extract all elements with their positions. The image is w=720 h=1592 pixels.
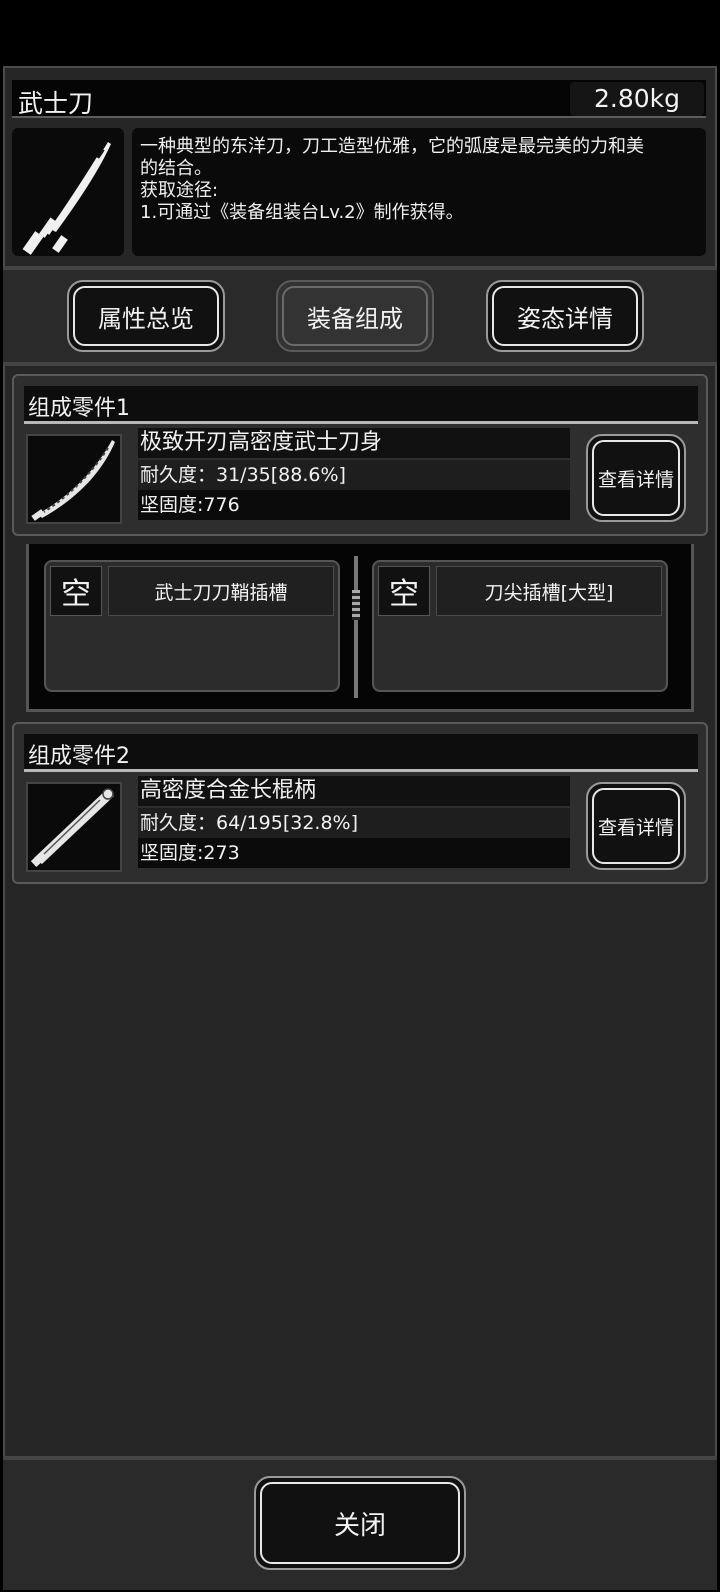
component-title: 组成零件2	[28, 744, 130, 769]
tab-equipment-composition[interactable]: 装备组成	[276, 280, 434, 352]
component-title: 组成零件1	[28, 396, 130, 421]
description-line: 获取途径:	[140, 180, 219, 201]
tab-stance-details[interactable]: 姿态详情	[486, 280, 644, 352]
component-durability: 耐久度：64/195[32.8%]	[138, 808, 570, 838]
component-durability: 耐久度：31/35[88.6%]	[138, 460, 570, 490]
item-icon-box	[12, 128, 124, 256]
description-line: 一种典型的东洋刀，刀工造型优雅，它的弧度是最完美的力和美	[140, 136, 644, 157]
socket-label: 武士刀刀鞘插槽	[108, 566, 334, 616]
item-weight: 2.80kg	[593, 84, 680, 113]
item-name: 武士刀	[18, 89, 94, 118]
component-image	[26, 782, 122, 872]
socket-status: 空	[378, 566, 430, 616]
socket-divider	[352, 556, 360, 698]
description-line: 的结合。	[140, 158, 212, 179]
status-bar	[0, 0, 720, 66]
component-hardness: 坚固度:776	[138, 490, 570, 520]
component-card-2: 组成零件2 高密度合金长棍柄 耐久度：64/195[32.8%] 坚固度:273…	[12, 722, 708, 884]
socket-status: 空	[50, 566, 102, 616]
component-card-1: 组成零件1 极致开刃高密度武士刀身 耐久度：31/35[88.6%] 坚固度:7…	[12, 374, 708, 536]
handle-icon	[30, 788, 114, 868]
description-line: 1.可通过《装备组装台Lv.2》制作获得。	[140, 202, 464, 223]
view-details-button[interactable]: 查看详情	[586, 434, 686, 522]
component-header: 组成零件1	[24, 386, 698, 424]
component-name: 高密度合金长棍柄	[138, 776, 570, 806]
component-image	[26, 434, 122, 524]
component-name: 极致开刃高密度武士刀身	[138, 428, 570, 458]
blade-icon	[31, 440, 115, 521]
katana-icon	[22, 142, 111, 255]
tab-attribute-overview[interactable]: 属性总览	[67, 280, 225, 352]
socket-slot-1[interactable]: 空 武士刀刀鞘插槽	[44, 560, 340, 692]
close-button[interactable]: 关闭	[254, 1476, 466, 1570]
component-header: 组成零件2	[24, 734, 698, 772]
item-description: 一种典型的东洋刀，刀工造型优雅，它的弧度是最完美的力和美 的结合。 获取途径: …	[132, 128, 706, 256]
socket-label: 刀尖插槽[大型]	[436, 566, 662, 616]
divider	[3, 362, 717, 366]
socket-slot-2[interactable]: 空 刀尖插槽[大型]	[372, 560, 668, 692]
component-hardness: 坚固度:273	[138, 838, 570, 868]
view-details-button[interactable]: 查看详情	[586, 782, 686, 870]
